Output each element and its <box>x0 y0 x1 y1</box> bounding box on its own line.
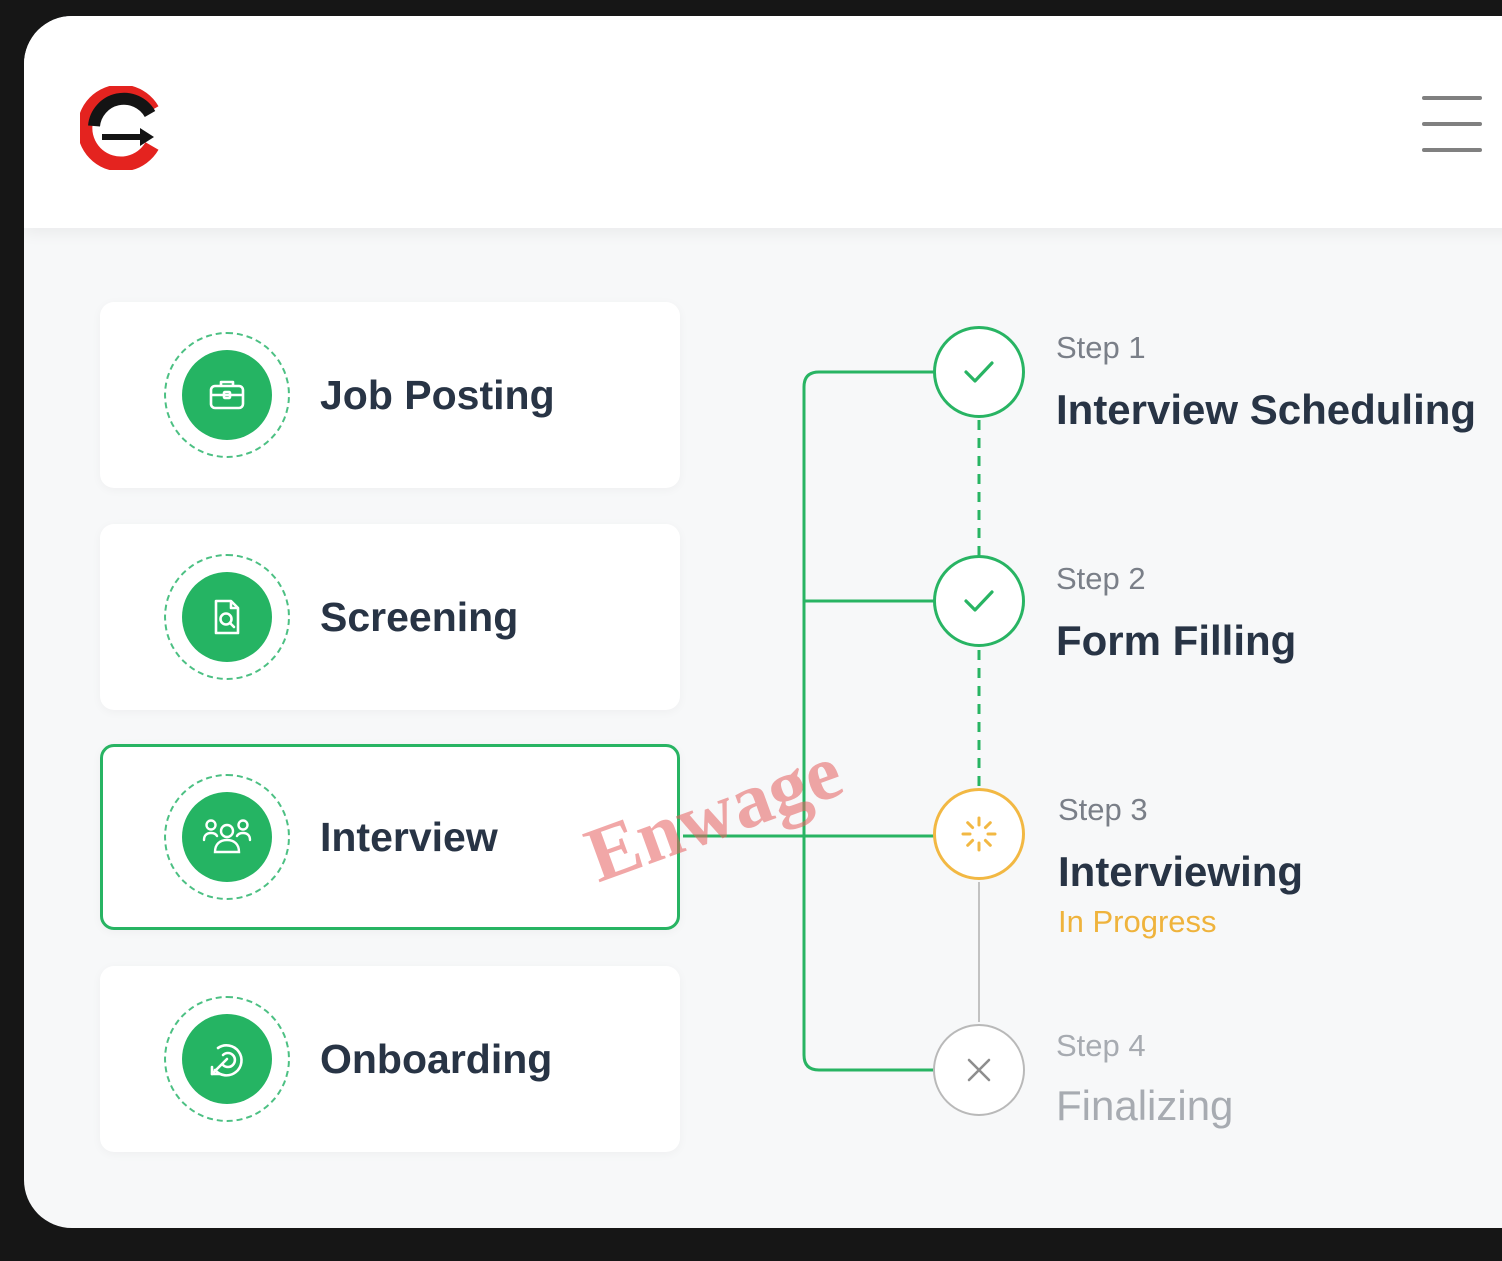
step-1-status-node <box>933 326 1025 418</box>
step-3-title: Interviewing <box>1058 848 1304 895</box>
step-2-title: Form Filling <box>1056 617 1297 664</box>
step-3-status: In Progress <box>1058 904 1217 939</box>
step-2-number: Step 2 <box>1056 561 1146 596</box>
step-3-status-node <box>933 788 1025 880</box>
check-icon <box>964 361 994 383</box>
step-3-number: Step 3 <box>1058 792 1148 827</box>
app-frame: Job Posting Screening Interview Onboardi… <box>24 16 1502 1228</box>
step-4-status-node <box>933 1024 1025 1116</box>
step-1-title: Interview Scheduling <box>1056 386 1477 433</box>
check-icon <box>964 590 994 612</box>
x-icon <box>967 1058 991 1082</box>
step-4-number: Step 4 <box>1056 1028 1146 1063</box>
step-4-title: Finalizing <box>1056 1082 1234 1129</box>
loading-spinner-icon <box>961 816 997 852</box>
step-1-number: Step 1 <box>1056 330 1146 365</box>
step-2-status-node <box>933 555 1025 647</box>
